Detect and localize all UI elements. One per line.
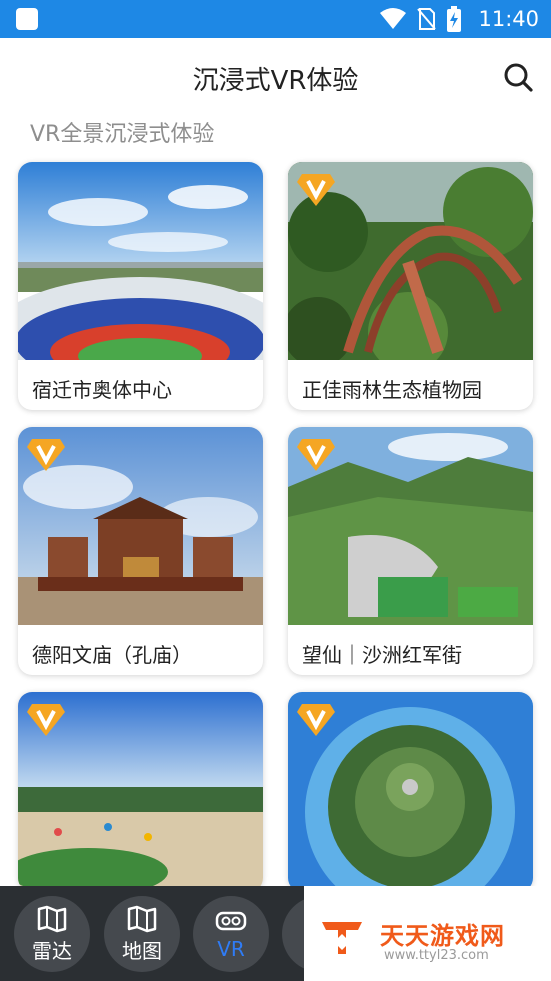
vr-badge-icon: [27, 704, 65, 736]
status-icons: 11:40: [380, 0, 539, 38]
vr-goggles-icon: [215, 911, 247, 931]
vr-card[interactable]: [288, 692, 533, 892]
vr-card[interactable]: 正佳雨林生态植物园: [288, 162, 533, 410]
card-label: 宿迁市奥体中心: [32, 378, 172, 402]
battery-charging-icon: [447, 6, 462, 32]
vr-card[interactable]: 宿迁市奥体中心: [18, 162, 263, 410]
vr-badge-icon: [297, 439, 335, 471]
section-title: VR全景沉浸式体验: [30, 122, 215, 147]
nav-item-vr[interactable]: VR: [193, 896, 269, 972]
nav-item-radar[interactable]: 雷达: [14, 896, 90, 972]
nav-label: 地图: [122, 938, 162, 963]
no-sim-icon: [417, 8, 437, 30]
card-label: 正佳雨林生态植物园: [302, 378, 482, 402]
watermark: 天天游戏网 www.ttyl23.com: [304, 886, 551, 981]
card-label: 望仙｜沙洲红军街: [302, 643, 462, 667]
nav-label: VR: [217, 937, 245, 961]
wifi-icon: [380, 8, 407, 29]
status-bar: 11:40: [0, 0, 551, 38]
site-logo-icon: [322, 922, 362, 954]
map-fold-icon: [37, 905, 67, 932]
card-label: 德阳文庙（孔庙）: [32, 643, 192, 667]
status-time: 11:40: [478, 7, 539, 31]
vr-card[interactable]: 德阳文庙（孔庙）: [18, 427, 263, 675]
page-title: 沉浸式VR体验: [192, 66, 359, 96]
watermark-title: 天天游戏网: [380, 922, 505, 950]
vr-badge-icon: [27, 439, 65, 471]
watermark-url: www.ttyl23.com: [384, 948, 489, 963]
app-header: 沉浸式VR体验: [0, 38, 551, 112]
vr-badge-icon: [297, 704, 335, 736]
nav-item-map[interactable]: 地图: [104, 896, 180, 972]
vr-card[interactable]: [18, 692, 263, 892]
card-image: [18, 162, 263, 360]
search-icon[interactable]: [503, 62, 533, 92]
app-icon: [16, 8, 38, 30]
vr-badge-icon: [297, 174, 335, 206]
vr-card[interactable]: 望仙｜沙洲红军街: [288, 427, 533, 675]
map-fold-icon: [127, 905, 157, 932]
nav-label: 雷达: [32, 938, 72, 963]
